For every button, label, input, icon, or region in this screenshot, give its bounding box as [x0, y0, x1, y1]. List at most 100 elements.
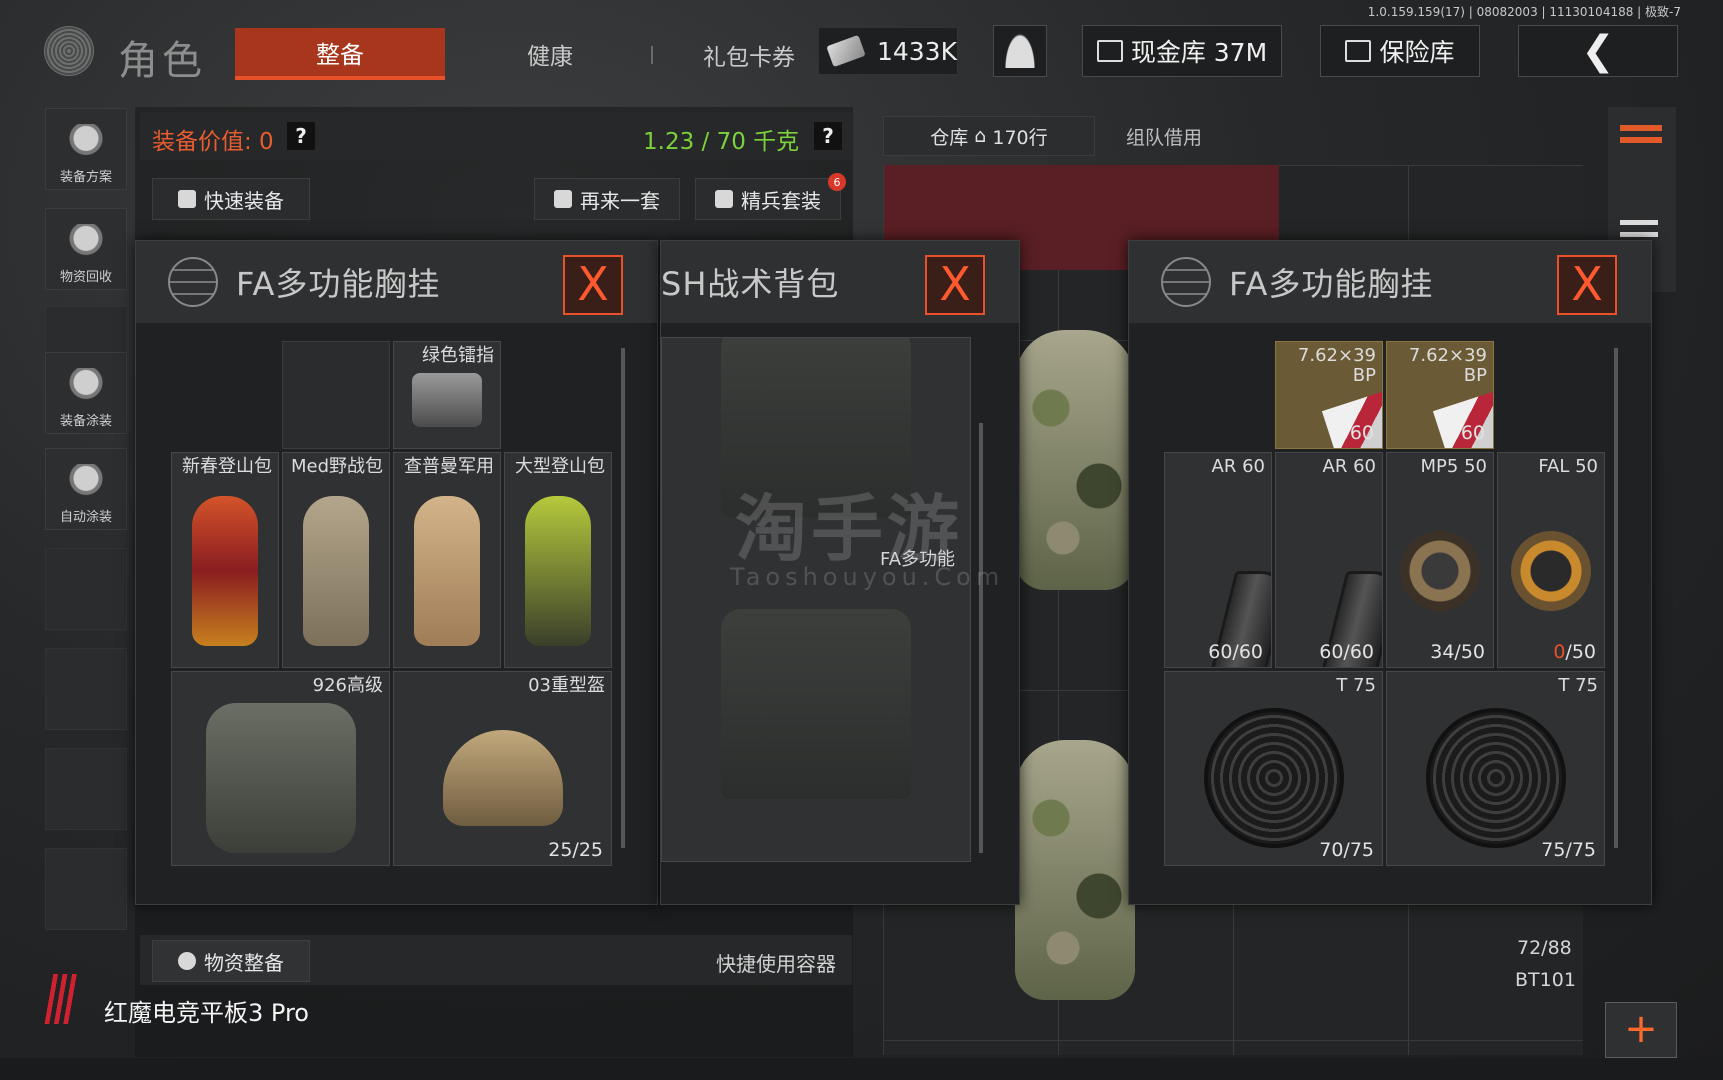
- item-ammo[interactable]: 7.62×39 BP 60: [1386, 341, 1494, 449]
- item-count: 34/50: [1430, 641, 1485, 663]
- item-drum-magazine[interactable]: T 75 75/75: [1386, 671, 1605, 866]
- watermark-text: 淘手游: [735, 487, 964, 571]
- item-med-field-bag[interactable]: Med野战包: [282, 452, 390, 668]
- window-title: FA多功能胸挂: [1229, 265, 1434, 303]
- warehouse-tabs: 仓库 ⌂ 170行 组队借用: [883, 116, 1233, 156]
- value-help-button[interactable]: ?: [287, 122, 315, 150]
- sidebar-item-loadout[interactable]: 装备方案: [45, 108, 127, 190]
- cash-icon: [1096, 40, 1123, 62]
- quick-equip-button[interactable]: 快速装备: [152, 178, 310, 220]
- back-button[interactable]: ❮: [1518, 25, 1678, 77]
- item-large-backpack[interactable]: 大型登山包: [504, 452, 612, 668]
- item-count: 70/75: [1319, 839, 1374, 861]
- item-magazine[interactable]: AR 60 60/60: [1164, 452, 1272, 668]
- item-durability: 25/25: [548, 839, 603, 861]
- character-emblem-icon: [44, 26, 94, 76]
- camo-backpack-item[interactable]: [1015, 330, 1135, 590]
- warehouse-item-label: BT101: [1515, 969, 1576, 991]
- scrollbar[interactable]: [1614, 348, 1618, 848]
- add-button[interactable]: +: [1605, 1002, 1677, 1058]
- item-count-current: 0: [1553, 641, 1566, 663]
- sidebar-empty-slot: [45, 648, 127, 730]
- window-header: FA多功能胸挂 X: [1129, 241, 1651, 323]
- camo-backpack-item[interactable]: [1015, 740, 1135, 1000]
- sidebar-item-skins[interactable]: 装备涂装: [45, 352, 127, 434]
- item-magazine[interactable]: MP5 50 34/50: [1386, 452, 1494, 668]
- cash-vault-label: 现金库 37M: [1130, 38, 1268, 67]
- gift-coupon-value: 1433K: [876, 36, 957, 66]
- sidebar-item-recycle[interactable]: 物资回收: [45, 208, 127, 290]
- drum-magazine-icon: [1203, 708, 1344, 849]
- item-926-advanced[interactable]: 926高级: [171, 671, 390, 866]
- window-body: 绿色镭指 新春登山包 Med野战包 查普曼军用 大型登山包 926高级 03重型…: [136, 323, 657, 904]
- item-count: 60: [1349, 422, 1374, 444]
- weight-help-button[interactable]: ?: [814, 122, 842, 150]
- watermark-subtext: Taoshouyou.Com: [730, 563, 1005, 591]
- page-title: 角色: [118, 38, 206, 84]
- tab-prepare[interactable]: 整备: [235, 28, 445, 80]
- globe-icon: [168, 257, 218, 307]
- tab-health[interactable]: 健康: [490, 28, 610, 80]
- item-label: T 75: [1558, 675, 1598, 696]
- close-button[interactable]: X: [1557, 255, 1617, 315]
- refresh-icon: [554, 190, 572, 208]
- item-fa-chest-rig[interactable]: [661, 337, 971, 862]
- elite-set-button[interactable]: 精兵套装: [695, 178, 841, 220]
- quick-use-container-button[interactable]: 快捷使用容器: [716, 948, 836, 977]
- bottom-strip: [0, 1058, 1723, 1080]
- item-label: 查普曼军用: [404, 456, 494, 477]
- window-body: 7.62×39 BP 60 7.62×39 BP 60 AR 60 60/60 …: [1129, 323, 1651, 904]
- gift-coupon-balance[interactable]: 1433K: [818, 27, 958, 75]
- sidebar-item-label: 装备方案: [59, 170, 112, 185]
- item-label: 03重型盔: [528, 675, 605, 696]
- globe-icon: [1161, 257, 1211, 307]
- rig-icon: [205, 703, 356, 854]
- repeat-set-button[interactable]: 再来一套: [534, 178, 680, 220]
- close-button[interactable]: X: [925, 255, 985, 315]
- window-header: SH战术背包 X: [661, 241, 1019, 323]
- sidebar-empty-slot: [45, 548, 127, 630]
- supply-button[interactable]: 物资整备: [152, 940, 310, 982]
- weight-readout: 1.23 / 70 千克: [643, 129, 800, 155]
- safe-icon: [1345, 40, 1372, 62]
- drum-magazine-icon: [1511, 530, 1591, 611]
- supply-label: 物资整备: [204, 950, 284, 975]
- item-count: 60: [1460, 422, 1485, 444]
- elite-set-label: 精兵套装: [741, 188, 821, 213]
- helmet-icon: [442, 730, 563, 827]
- warehouse-tab-label: 仓库: [930, 126, 969, 149]
- container-window-left: FA多功能胸挂 X 绿色镭指 新春登山包 Med野战包 查普曼军用 大型登山包 …: [135, 240, 658, 905]
- auto-spray-icon: [66, 464, 106, 500]
- item-label: T 75: [1336, 675, 1376, 696]
- safe-vault-button[interactable]: 保险库: [1320, 25, 1480, 77]
- agent-button[interactable]: [993, 25, 1047, 77]
- sidebar-item-label: 自动涂装: [59, 510, 112, 525]
- quick-equip-label: 快速装备: [204, 188, 284, 213]
- sort-stack-icon[interactable]: [1620, 115, 1662, 155]
- close-button[interactable]: X: [563, 255, 623, 315]
- sidebar-item-auto-skin[interactable]: 自动涂装: [45, 448, 127, 530]
- item-ammo[interactable]: 7.62×39 BP 60: [1275, 341, 1383, 449]
- sidebar-empty-slot: [45, 848, 127, 930]
- cash-vault-button[interactable]: 现金库 37M: [1082, 25, 1282, 77]
- safe-vault-label: 保险库: [1379, 38, 1455, 67]
- item-label: AR 60: [1322, 456, 1376, 477]
- sidebar-empty-slot: [45, 748, 127, 830]
- tab-team-borrow[interactable]: 组队借用: [1095, 116, 1233, 156]
- tab-warehouse[interactable]: 仓库 ⌂ 170行: [883, 116, 1095, 156]
- item-magazine[interactable]: AR 60 60/60: [1275, 452, 1383, 668]
- empty-slot[interactable]: [282, 341, 390, 449]
- item-03-helmet[interactable]: 03重型盔 25/25: [393, 671, 612, 866]
- item-count-max: /50: [1565, 641, 1596, 663]
- scrollbar[interactable]: [621, 348, 625, 848]
- repeat-set-label: 再来一套: [580, 188, 660, 213]
- item-green-laser[interactable]: 绿色镭指: [393, 341, 501, 449]
- item-newyear-backpack[interactable]: 新春登山包: [171, 452, 279, 668]
- item-magazine[interactable]: FAL 50 0/50: [1497, 452, 1605, 668]
- item-chapman-pack[interactable]: 查普曼军用: [393, 452, 501, 668]
- backpack-icon: [414, 495, 480, 646]
- window-body: [661, 323, 1019, 904]
- item-drum-magazine[interactable]: T 75 70/75: [1164, 671, 1383, 866]
- container-window-right: FA多功能胸挂 X 7.62×39 BP 60 7.62×39 BP 60 AR…: [1128, 240, 1652, 905]
- scrollbar[interactable]: [979, 423, 983, 853]
